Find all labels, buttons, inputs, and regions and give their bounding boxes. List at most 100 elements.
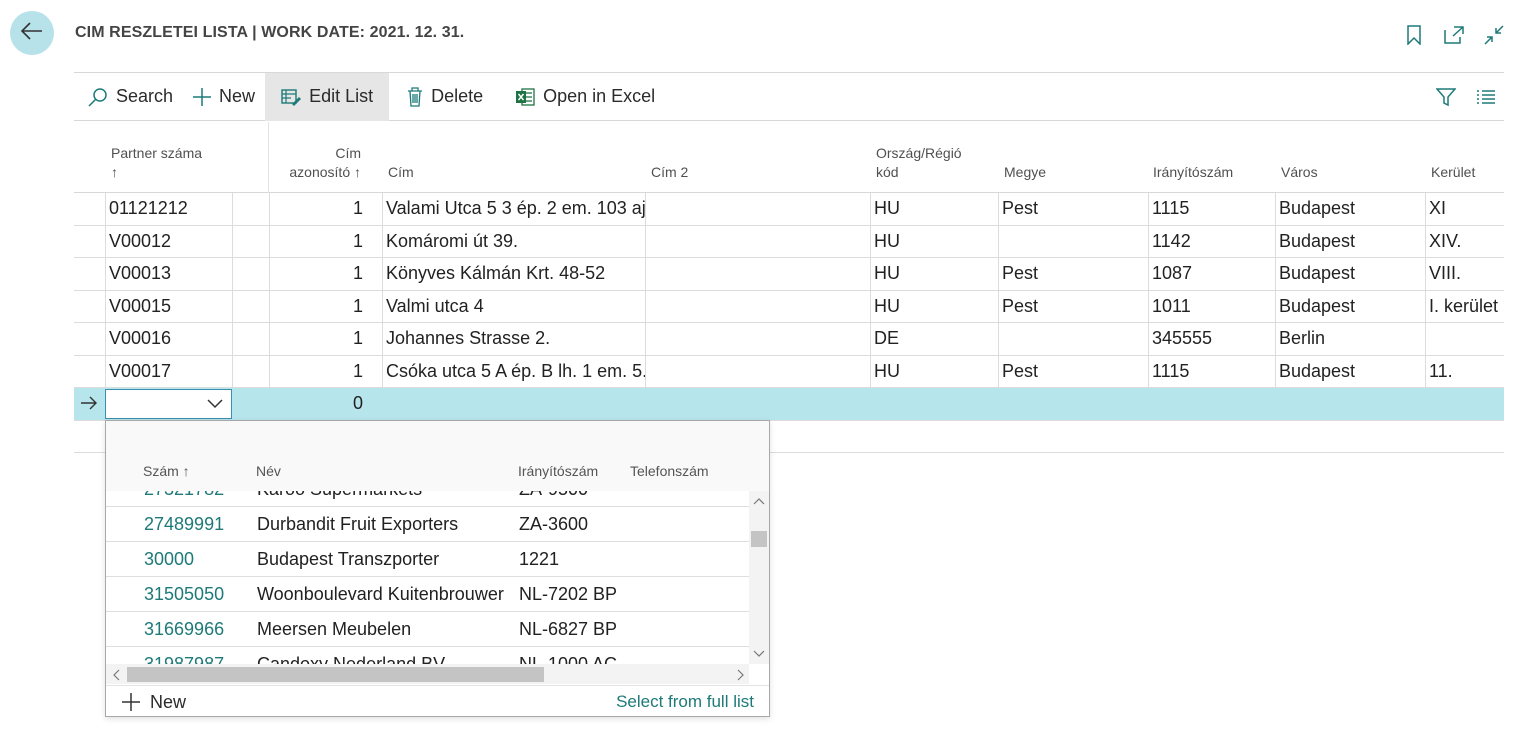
cell-varos[interactable]: Budapest: [1275, 355, 1425, 387]
table-row[interactable]: V00016 1 Johannes Strasse 2. DE 345555 Berlin: [74, 323, 1504, 356]
lookup-cell-szam[interactable]: 27321782: [144, 491, 224, 507]
cell-varos[interactable]: Budapest: [1275, 290, 1425, 322]
lookup-cell-szam[interactable]: 31669966: [144, 612, 224, 647]
cell-partner[interactable]: 01121212: [105, 193, 232, 225]
lookup-cell-szam[interactable]: 31505050: [144, 577, 224, 612]
cell-megye[interactable]: Pest: [998, 193, 1148, 225]
cell-megye[interactable]: [998, 323, 1148, 355]
cell-iranyito[interactable]: 345555: [1148, 323, 1275, 355]
cell-kerulet[interactable]: XI: [1425, 193, 1504, 225]
table-row-new[interactable]: 0: [74, 388, 1504, 421]
cell-cim2[interactable]: [645, 258, 870, 290]
cell-az[interactable]: 1: [269, 193, 382, 225]
edit-list-button[interactable]: Edit List: [265, 72, 390, 121]
cell-kerulet[interactable]: VIII.: [1425, 258, 1504, 290]
cell-varos[interactable]: Budapest: [1275, 193, 1425, 225]
filter-icon[interactable]: [1436, 87, 1456, 107]
lookup-list-item[interactable]: 27489991 Durbandit Fruit Exporters ZA-3600: [106, 507, 749, 542]
lookup-cell-szam[interactable]: 30000: [144, 542, 194, 577]
lookup-list-item[interactable]: 31987987 Candoxy Nederland BV NL-1000 AC: [106, 647, 749, 664]
cell-cim2[interactable]: [645, 323, 870, 355]
cell-varos[interactable]: Berlin: [1275, 323, 1425, 355]
cell-orszag[interactable]: HU: [870, 258, 998, 290]
table-row[interactable]: V00012 1 Komáromi út 39. HU 1142 Budapest XIV.: [74, 225, 1504, 258]
lookup-list-item[interactable]: 31669966 Meersen Meubelen NL-6827 BP: [106, 612, 749, 647]
column-kerulet[interactable]: Kerület: [1431, 163, 1475, 182]
cell-iranyito[interactable]: 1115: [1148, 355, 1275, 387]
open-in-excel-button[interactable]: Open in Excel: [493, 73, 665, 121]
cell-orszag[interactable]: HU: [870, 290, 998, 322]
cell-iranyito[interactable]: 1142: [1148, 225, 1275, 257]
table-row[interactable]: 01121212 1 Valami Utca 5 3 ép. 2 em. 103 a…: [74, 193, 1504, 226]
cell-varos[interactable]: Budapest: [1275, 225, 1425, 257]
cell-kerulet[interactable]: I. kerület: [1425, 290, 1504, 322]
cell-az[interactable]: 1: [269, 323, 382, 355]
column-megye[interactable]: Megye: [1004, 163, 1046, 182]
lookup-column-szam[interactable]: Szám ↑: [143, 463, 190, 479]
collapse-icon[interactable]: [1484, 24, 1504, 46]
cell-megye[interactable]: Pest: [998, 258, 1148, 290]
back-button[interactable]: [10, 11, 54, 55]
lookup-list-item[interactable]: 30000 Budapest Transzporter 1221: [106, 542, 749, 577]
lookup-cell-szam[interactable]: 31987987: [144, 647, 224, 664]
delete-button[interactable]: Delete: [389, 73, 493, 121]
cell-partner[interactable]: V00013: [105, 258, 232, 290]
lookup-column-iranyito[interactable]: Irányítószám: [518, 463, 598, 479]
new-button[interactable]: New: [183, 73, 265, 121]
cell-az[interactable]: 1: [269, 290, 382, 322]
cell-partner[interactable]: V00015: [105, 290, 232, 322]
cell-iranyito[interactable]: 1115: [1148, 193, 1275, 225]
table-row[interactable]: V00013 1 Könyves Kálmán Krt. 48-52 HU Pest 10…: [74, 258, 1504, 291]
lookup-list-item[interactable]: 31505050 Woonboulevard Kuitenbrouwer NL-72…: [106, 577, 749, 612]
cell-blank[interactable]: [232, 193, 269, 225]
column-varos[interactable]: Város: [1281, 163, 1318, 182]
cell-iranyito[interactable]: 1011: [1148, 290, 1275, 322]
cell-partner[interactable]: V00012: [105, 225, 232, 257]
cell-cim2[interactable]: [645, 225, 870, 257]
bookmark-icon[interactable]: [1404, 24, 1424, 46]
cell-az[interactable]: 1: [269, 355, 382, 387]
vertical-scrollbar[interactable]: [749, 491, 769, 664]
table-row[interactable]: V00015 1 Valmi utca 4 HU Pest 1011 Budapest I. …: [74, 290, 1504, 323]
cell-cim2[interactable]: [645, 290, 870, 322]
column-partner[interactable]: Partner száma ↑: [111, 144, 202, 182]
cell-orszag[interactable]: HU: [870, 225, 998, 257]
horizontal-scrollbar[interactable]: [106, 664, 749, 684]
open-new-window-icon[interactable]: [1444, 24, 1464, 46]
cell-azonosito[interactable]: 0: [270, 388, 382, 420]
column-cim-azonosito[interactable]: Cím azonosító ↑: [279, 144, 361, 182]
lookup-list-item[interactable]: 27321782 Karoo Supermarkets ZA-9500: [106, 491, 749, 507]
cell-megye[interactable]: Pest: [998, 290, 1148, 322]
cell-blank[interactable]: [232, 323, 269, 355]
lookup-cell-szam[interactable]: 27489991: [144, 507, 224, 542]
cell-az[interactable]: 1: [269, 225, 382, 257]
cell-blank[interactable]: [232, 355, 269, 387]
cell-partner[interactable]: V00016: [105, 323, 232, 355]
column-orszag[interactable]: Ország/Régió kód: [876, 144, 962, 182]
cell-blank[interactable]: [232, 258, 269, 290]
table-row[interactable]: V00017 1 Csóka utca 5 A ép. B lh. 1 em. 5.…: [74, 355, 1504, 388]
column-cim[interactable]: Cím: [388, 163, 414, 182]
cell-az[interactable]: 1: [269, 258, 382, 290]
cell-orszag[interactable]: DE: [870, 323, 998, 355]
cell-partner[interactable]: V00017: [105, 355, 232, 387]
column-cim2[interactable]: Cím 2: [651, 163, 688, 182]
lookup-column-telefon[interactable]: Telefonszám: [630, 463, 709, 479]
cell-cim2[interactable]: [645, 193, 870, 225]
column-iranyitoszam[interactable]: Irányítószám: [1153, 163, 1233, 182]
cell-megye[interactable]: Pest: [998, 355, 1148, 387]
cell-cim[interactable]: Johannes Strasse 2.: [382, 323, 645, 355]
cell-blank[interactable]: [232, 225, 269, 257]
lookup-column-nev[interactable]: Név: [256, 463, 281, 479]
cell-cim2[interactable]: [645, 355, 870, 387]
cell-cim[interactable]: Valmi utca 4: [382, 290, 645, 322]
cell-kerulet[interactable]: [1425, 323, 1504, 355]
cell-iranyito[interactable]: 1087: [1148, 258, 1275, 290]
cell-kerulet[interactable]: 11.: [1425, 355, 1504, 387]
cell-varos[interactable]: Budapest: [1275, 258, 1425, 290]
cell-orszag[interactable]: HU: [870, 193, 998, 225]
cell-megye[interactable]: [998, 225, 1148, 257]
search-button[interactable]: Search: [74, 73, 183, 121]
list-icon[interactable]: [1476, 89, 1496, 105]
cell-blank[interactable]: [232, 290, 269, 322]
